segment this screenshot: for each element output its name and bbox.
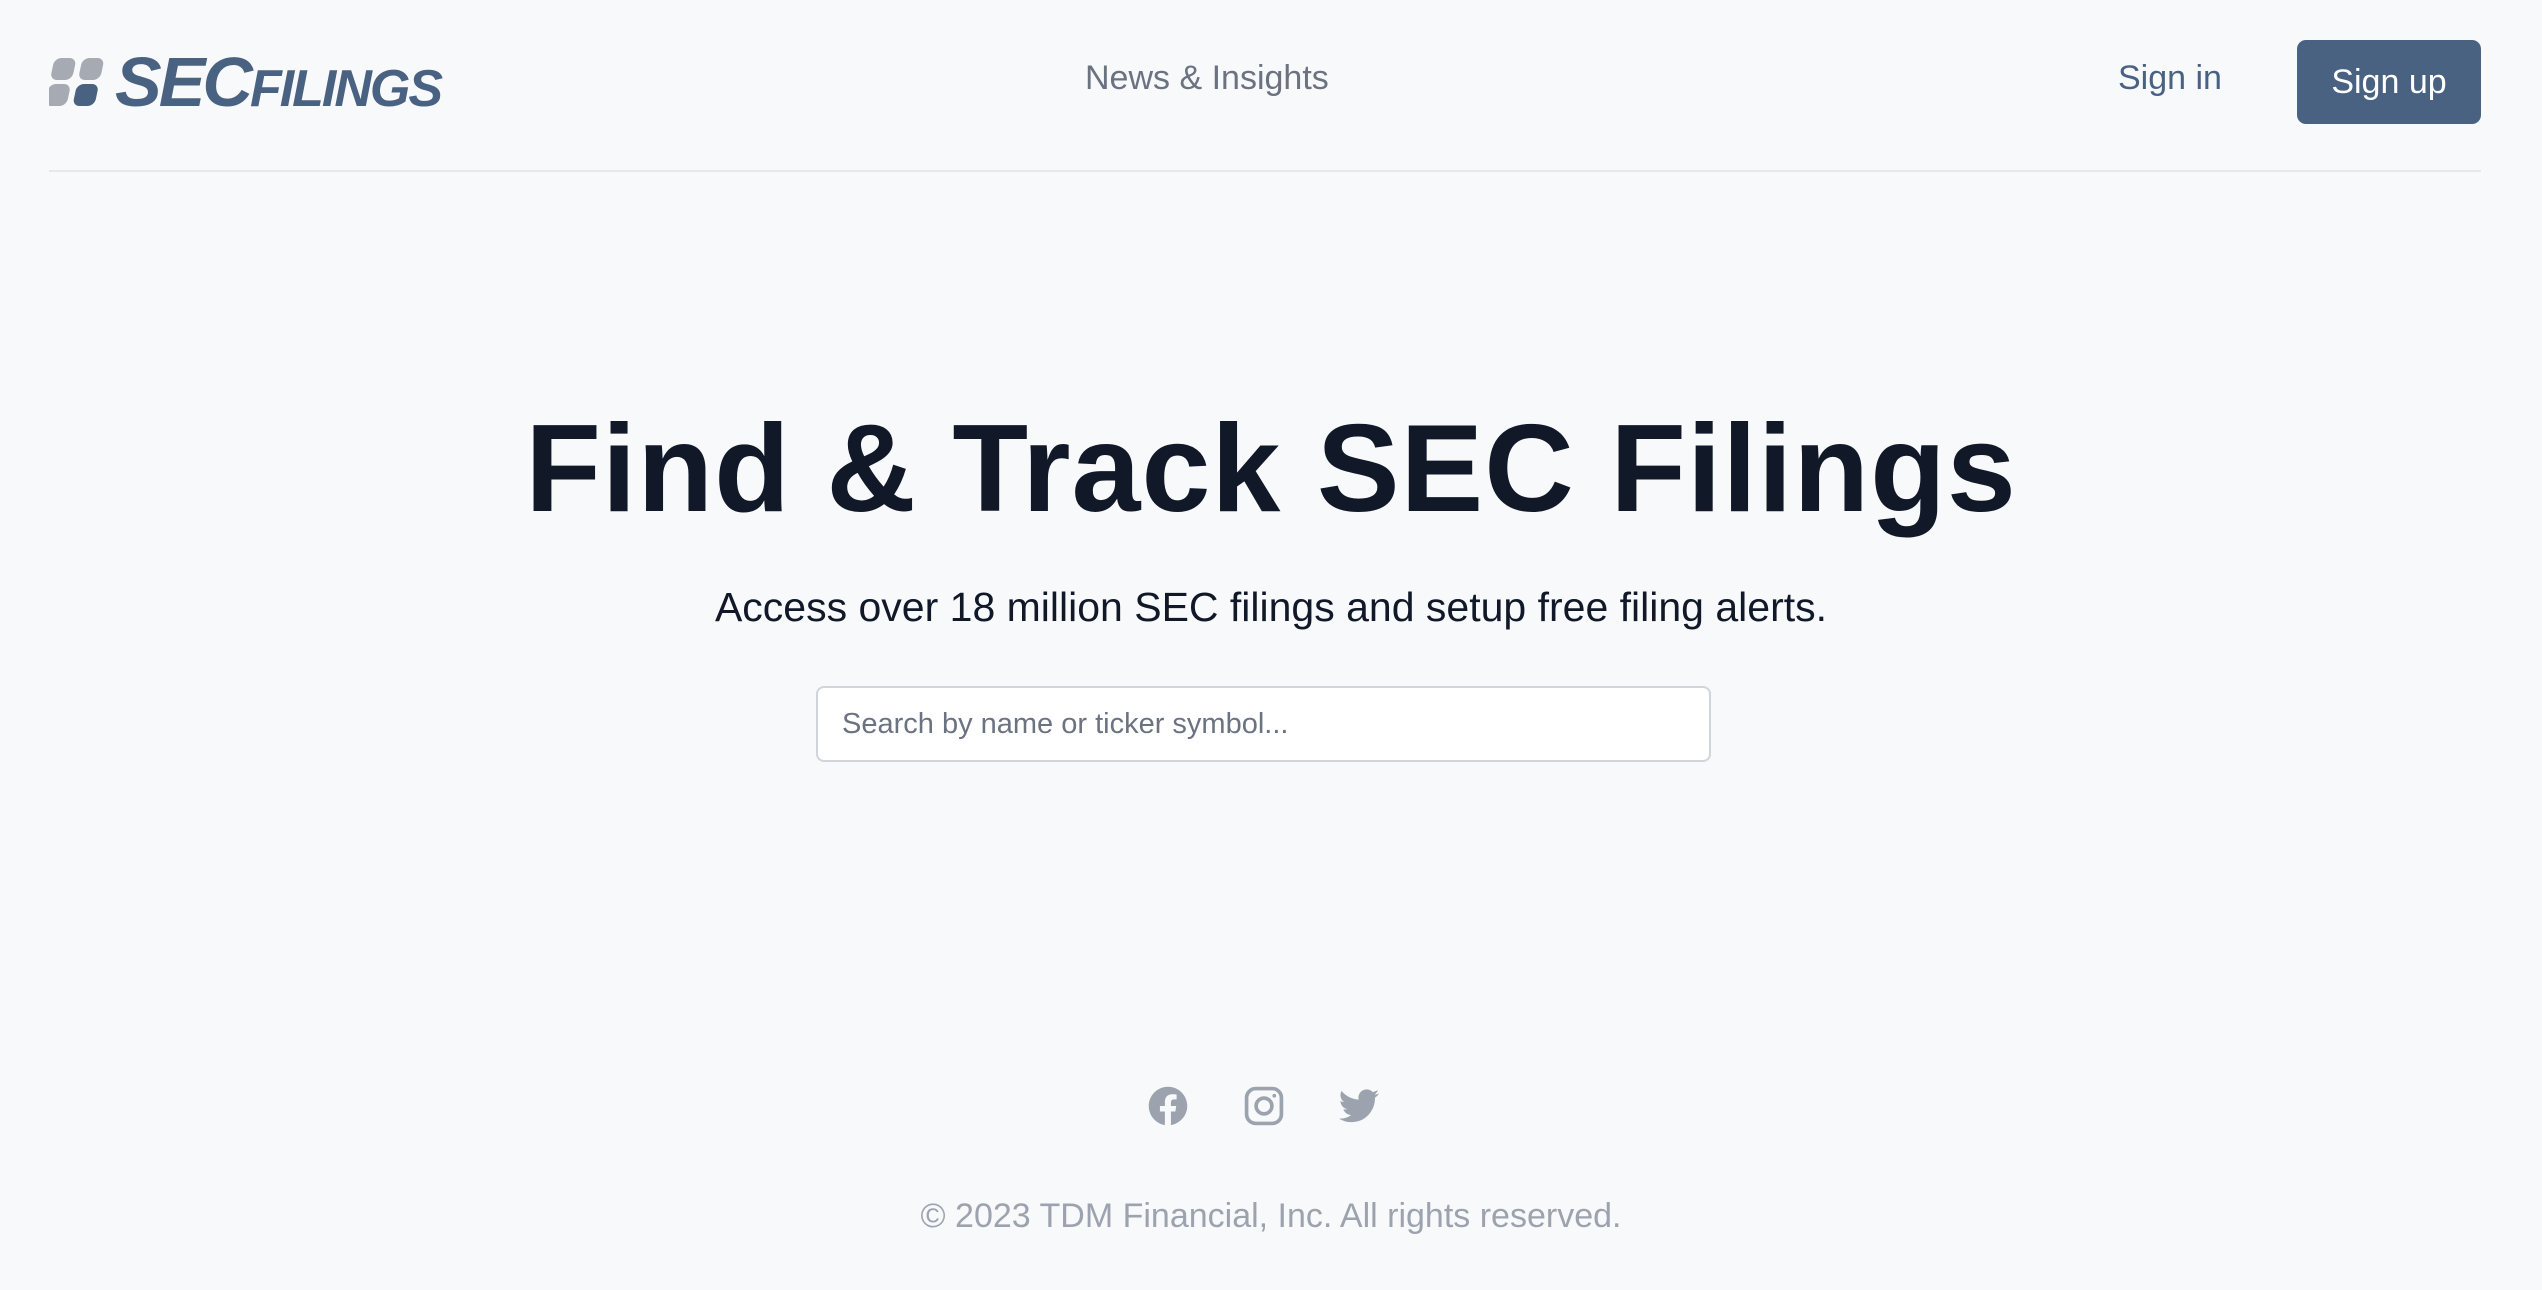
hero-title: Find & Track SEC Filings (525, 400, 2017, 538)
logo-text: SECFILINGS (115, 47, 443, 118)
twitter-icon[interactable] (1337, 1084, 1381, 1128)
nav-news-insights[interactable]: News & Insights (1085, 59, 1329, 98)
logo-text-filings: FILINGS (249, 60, 443, 118)
secfilings-logo[interactable]: SECFILINGS (49, 47, 443, 117)
site-header: SECFILINGS News & Insights Sign in Sign … (49, 0, 2481, 172)
hero-subtitle: Access over 18 million SEC filings and s… (714, 584, 1828, 630)
search-input[interactable] (816, 686, 1711, 762)
logo-text-sec: SEC (115, 43, 253, 121)
search-container (816, 686, 1711, 762)
sign-up-button[interactable]: Sign up (2297, 40, 2481, 124)
copyright-text: © 2023 TDM Financial, Inc. All rights re… (920, 1197, 1622, 1235)
logo-mark-icon (49, 58, 104, 106)
sign-in-link[interactable]: Sign in (2118, 59, 2222, 98)
facebook-icon[interactable] (1146, 1084, 1190, 1128)
instagram-icon[interactable] (1242, 1084, 1286, 1128)
